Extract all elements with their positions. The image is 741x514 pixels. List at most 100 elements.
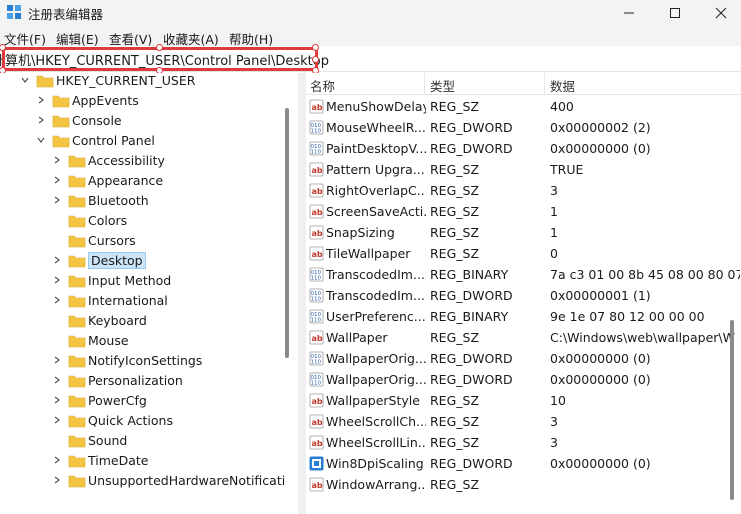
folder-icon	[52, 95, 70, 108]
value-row[interactable]: ab WindowArrang... REG_SZ	[306, 474, 741, 495]
tree-item[interactable]: Console	[0, 111, 298, 131]
annotation-handle	[312, 56, 319, 63]
value-row[interactable]: 010 110 MouseWheelR... REG_DWORD 0x00000002 …	[306, 117, 741, 138]
chevron-right-icon[interactable]	[52, 295, 62, 305]
value-row[interactable]: 010 110 WallpaperOrig... REG_DWORD 0x0000000…	[306, 348, 741, 369]
tree-item[interactable]: Desktop	[0, 251, 298, 271]
tree-item[interactable]: Accessibility	[0, 151, 298, 171]
value-type: REG_SZ	[430, 414, 480, 429]
tree-item[interactable]: Personalization	[0, 371, 298, 391]
column-data[interactable]: 数据	[550, 76, 575, 95]
close-button[interactable]	[698, 0, 741, 26]
value-name: Win8DpiScaling	[326, 456, 424, 471]
value-row[interactable]: ab ScreenSaveActi... REG_SZ 1	[306, 201, 741, 222]
tree-item[interactable]: Sound	[0, 431, 298, 451]
value-data: 0x00000002 (2)	[550, 120, 651, 135]
value-type: REG_DWORD	[430, 351, 513, 366]
folder-icon	[68, 395, 86, 408]
column-divider[interactable]	[424, 73, 425, 95]
svg-text:ab: ab	[312, 103, 323, 112]
svg-text:110: 110	[311, 381, 322, 387]
chevron-right-icon[interactable]	[52, 175, 62, 185]
tree-item[interactable]: Colors	[0, 211, 298, 231]
folder-icon	[68, 215, 86, 228]
tree-item-label: Bluetooth	[88, 193, 149, 208]
value-row[interactable]: ab RightOverlapC... REG_SZ 3	[306, 180, 741, 201]
tree-item[interactable]: PowerCfg	[0, 391, 298, 411]
chevron-right-icon[interactable]	[52, 455, 62, 465]
column-name[interactable]: 名称	[310, 76, 335, 95]
chevron-right-icon[interactable]	[52, 415, 62, 425]
tree-item-label: Mouse	[88, 333, 129, 348]
list-scrollbar[interactable]	[730, 320, 734, 500]
tree-item[interactable]: Cursors	[0, 231, 298, 251]
value-row[interactable]: ab TileWallpaper REG_SZ 0	[306, 243, 741, 264]
tree-item-label: NotifyIconSettings	[88, 353, 203, 368]
value-type: REG_BINARY	[430, 267, 509, 282]
value-name: TranscodedIm...	[326, 288, 425, 303]
list-header: 名称 类型 数据	[306, 73, 741, 95]
values-list[interactable]: 名称 类型 数据 ab MenuShowDelay REG_SZ 400 010 110 M…	[306, 73, 741, 514]
value-row[interactable]: 010 110 TranscodedIm... REG_DWORD 0x00000001…	[306, 285, 741, 306]
value-row[interactable]: 010 110 UserPreferenc... REG_BINARY 9e 1e 07…	[306, 306, 741, 327]
string-icon: ab	[309, 477, 324, 492]
pane-splitter[interactable]	[298, 73, 306, 514]
chevron-right-icon[interactable]	[52, 395, 62, 405]
value-row[interactable]: Win8DpiScaling REG_DWORD 0x00000000 (0)	[306, 453, 741, 474]
tree-item[interactable]: UnsupportedHardwareNotificati	[0, 471, 298, 491]
value-row[interactable]: ab WheelScrollCh... REG_SZ 3	[306, 411, 741, 432]
value-row[interactable]: 010 110 WallpaperOrig... REG_DWORD 0x0000000…	[306, 369, 741, 390]
registry-tree[interactable]: HKEY_CURRENT_USER AppEvents Console Control…	[0, 73, 298, 514]
value-row[interactable]: ab SnapSizing REG_SZ 1	[306, 222, 741, 243]
chevron-right-icon[interactable]	[52, 195, 62, 205]
maximize-button[interactable]	[652, 0, 698, 26]
tree-item[interactable]: Quick Actions	[0, 411, 298, 431]
tree-item[interactable]: Input Method	[0, 271, 298, 291]
chevron-down-icon[interactable]	[20, 75, 30, 85]
value-data: 3	[550, 183, 558, 198]
value-row[interactable]: ab WallPaper REG_SZ C:\Windows\web\wallpape…	[306, 327, 741, 348]
tree-item[interactable]: TimeDate	[0, 451, 298, 471]
chevron-right-icon[interactable]	[36, 115, 46, 125]
value-row[interactable]: ab MenuShowDelay REG_SZ 400	[306, 96, 741, 117]
tree-item-label: Input Method	[88, 273, 172, 288]
address-bar[interactable]: 计算机\HKEY_CURRENT_USER\Control Panel\Desk…	[0, 44, 741, 74]
value-row[interactable]: ab WallpaperStyle REG_SZ 10	[306, 390, 741, 411]
chevron-right-icon[interactable]	[52, 255, 62, 265]
svg-text:110: 110	[311, 297, 322, 303]
chevron-right-icon[interactable]	[36, 95, 46, 105]
svg-text:ab: ab	[312, 208, 323, 217]
tree-item-label: Accessibility	[88, 153, 165, 168]
minimize-button[interactable]	[606, 0, 652, 26]
column-divider[interactable]	[544, 73, 545, 95]
chevron-right-icon[interactable]	[52, 475, 62, 485]
tree-item[interactable]: Keyboard	[0, 311, 298, 331]
value-row[interactable]: ab WheelScrollLin... REG_SZ 3	[306, 432, 741, 453]
value-row[interactable]: 010 110 PaintDesktopV... REG_DWORD 0x0000000…	[306, 138, 741, 159]
chevron-right-icon[interactable]	[52, 355, 62, 365]
chevron-right-icon[interactable]	[52, 275, 62, 285]
value-type: REG_SZ	[430, 225, 480, 240]
tree-item[interactable]: Appearance	[0, 171, 298, 191]
chevron-right-icon[interactable]	[52, 155, 62, 165]
tree-item[interactable]: AppEvents	[0, 91, 298, 111]
tree-item[interactable]: Control Panel	[0, 131, 298, 151]
tree-scrollbar[interactable]	[285, 108, 289, 358]
tree-item[interactable]: Bluetooth	[0, 191, 298, 211]
svg-text:110: 110	[311, 276, 322, 282]
string-icon: ab	[309, 414, 324, 429]
chevron-right-icon[interactable]	[52, 375, 62, 385]
folder-icon	[68, 195, 86, 208]
tree-item[interactable]: Mouse	[0, 331, 298, 351]
tree-root-hkcu[interactable]: HKEY_CURRENT_USER	[0, 73, 298, 91]
tree-item[interactable]: International	[0, 291, 298, 311]
tree-item[interactable]: NotifyIconSettings	[0, 351, 298, 371]
value-name: WallpaperStyle	[326, 393, 420, 408]
svg-text:ab: ab	[312, 187, 323, 196]
value-row[interactable]: 010 110 TranscodedIm... REG_BINARY 7a c3 01 …	[306, 264, 741, 285]
value-name: TileWallpaper	[326, 246, 411, 261]
value-name: WheelScrollLin...	[326, 435, 426, 450]
value-row[interactable]: ab Pattern Upgra... REG_SZ TRUE	[306, 159, 741, 180]
chevron-down-icon[interactable]	[36, 135, 46, 145]
column-type[interactable]: 类型	[430, 76, 455, 95]
